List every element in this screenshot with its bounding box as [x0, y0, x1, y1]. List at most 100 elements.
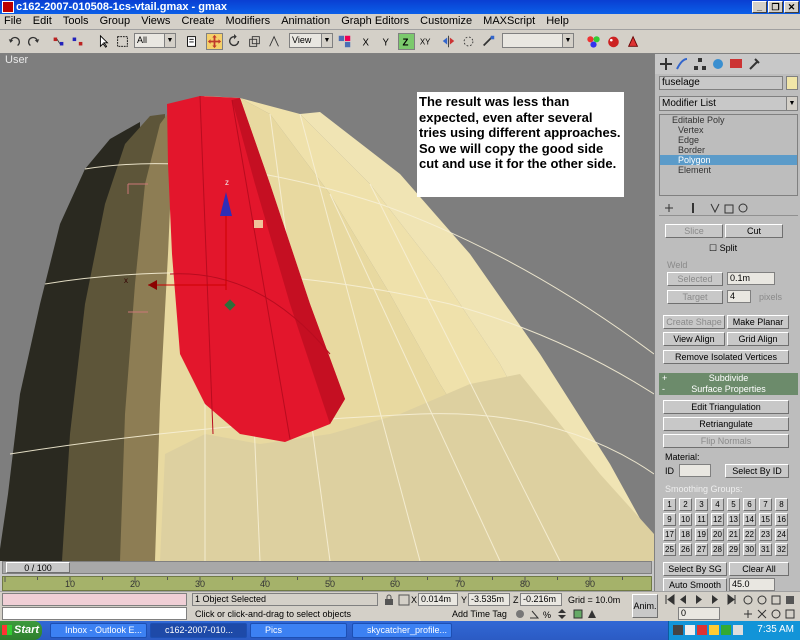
taskbar-item-gmax[interactable]: c162-2007-010...	[150, 623, 247, 638]
array-icon[interactable]	[460, 33, 477, 50]
motion-tab-icon[interactable]	[711, 57, 725, 71]
absolute-relative-icon[interactable]	[398, 594, 410, 606]
menu-views[interactable]: Views	[137, 14, 174, 28]
smoothing-group-button[interactable]: 1	[663, 498, 676, 511]
close-button[interactable]: ✕	[784, 1, 799, 13]
smoothing-group-button[interactable]: 10	[679, 513, 692, 526]
viewport-label[interactable]: User	[5, 54, 28, 66]
menu-help[interactable]: Help	[542, 14, 573, 28]
tray-icons[interactable]	[673, 624, 753, 637]
object-name-field[interactable]: fuselage	[659, 76, 783, 90]
minimize-button[interactable]: _	[752, 1, 767, 13]
select-by-sg-button[interactable]: Select By SG	[663, 562, 727, 576]
make-planar-button[interactable]: Make Planar	[727, 315, 789, 329]
hierarchy-tab-icon[interactable]	[693, 57, 707, 71]
named-selection-dropdown[interactable]: ▼	[502, 33, 574, 48]
material-id-field[interactable]	[679, 464, 711, 477]
stack-item-border[interactable]: Border	[660, 145, 797, 155]
selection-filter-dropdown[interactable]: All ▼	[134, 33, 176, 48]
quick-render-icon[interactable]	[625, 33, 642, 50]
smoothing-group-button[interactable]: 6	[743, 498, 756, 511]
subdivide-rollout-header[interactable]: + Subdivide	[659, 373, 798, 384]
menu-graph-editors[interactable]: Graph Editors	[337, 14, 413, 28]
select-by-id-button[interactable]: Select By ID	[725, 464, 789, 478]
auto-smooth-button[interactable]: Auto Smooth	[663, 578, 727, 592]
reference-coordinate-dropdown[interactable]: View ▼	[289, 33, 333, 48]
make-unique-icon[interactable]	[709, 202, 721, 214]
time-slider-track[interactable]: 0 / 100	[2, 561, 652, 574]
weld-threshold-field[interactable]: 0.1m	[727, 272, 775, 285]
stack-item-edge[interactable]: Edge	[660, 135, 797, 145]
smoothing-group-button[interactable]: 11	[695, 513, 708, 526]
smoothing-group-button[interactable]: 21	[727, 528, 740, 541]
window-crossing-icon[interactable]	[572, 608, 584, 620]
target-weld-button[interactable]: Target	[667, 290, 723, 304]
smoothing-group-button[interactable]: 27	[695, 543, 708, 556]
material-editor-icon[interactable]	[585, 33, 602, 50]
time-slider-knob[interactable]: 0 / 100	[6, 562, 70, 573]
menu-file[interactable]: File	[0, 14, 26, 28]
split-checkbox[interactable]: ☐ Split	[709, 243, 737, 254]
taskbar-item-outlook[interactable]: Inbox - Outlook E...	[50, 623, 147, 638]
smoothing-group-button[interactable]: 12	[711, 513, 724, 526]
stack-item-editable-poly[interactable]: Editable Poly	[660, 115, 797, 125]
smoothing-group-button[interactable]: 23	[759, 528, 772, 541]
restore-button[interactable]: ❐	[768, 1, 783, 13]
playback-controls[interactable]	[664, 594, 738, 605]
restrict-z-icon[interactable]: Z	[398, 33, 415, 50]
smoothing-group-button[interactable]: 25	[663, 543, 676, 556]
modify-tab-icon[interactable]	[675, 57, 689, 71]
undo-icon[interactable]	[6, 33, 23, 50]
percent-snap-icon[interactable]: %	[542, 608, 554, 620]
mirror-icon[interactable]	[440, 33, 457, 50]
smoothing-group-button[interactable]: 30	[743, 543, 756, 556]
smoothing-group-button[interactable]: 7	[759, 498, 772, 511]
restrict-xy-icon[interactable]: XY	[418, 33, 435, 50]
smoothing-group-button[interactable]: 17	[663, 528, 676, 541]
render-icon[interactable]	[605, 33, 622, 50]
select-and-link-icon[interactable]	[50, 33, 67, 50]
smoothing-group-button[interactable]: 9	[663, 513, 676, 526]
select-and-rotate-icon[interactable]	[226, 33, 243, 50]
create-tab-icon[interactable]	[659, 57, 673, 71]
select-and-squash-icon[interactable]	[266, 33, 283, 50]
z-coord-field[interactable]: -0.216m	[520, 593, 562, 606]
x-coord-field[interactable]: 0.014m	[418, 593, 458, 606]
smoothing-group-button[interactable]: 20	[711, 528, 724, 541]
y-coord-field[interactable]: -3.535m	[468, 593, 510, 606]
menu-group[interactable]: Group	[96, 14, 135, 28]
retriangulate-button[interactable]: Retriangulate	[663, 417, 789, 431]
smoothing-group-button[interactable]: 3	[695, 498, 708, 511]
surface-properties-rollout-header[interactable]: - Surface Properties	[659, 384, 798, 395]
smoothing-group-button[interactable]: 5	[727, 498, 740, 511]
smoothing-group-button[interactable]: 18	[679, 528, 692, 541]
target-pixels-field[interactable]: 4	[727, 290, 751, 303]
smoothing-group-button[interactable]: 26	[679, 543, 692, 556]
smoothing-group-button[interactable]: 14	[743, 513, 756, 526]
select-object-icon[interactable]	[95, 33, 112, 50]
grid-align-button[interactable]: Grid Align	[727, 332, 789, 346]
slice-button[interactable]: Slice	[665, 224, 723, 238]
region-select-icon[interactable]	[114, 33, 131, 50]
flip-normals-button[interactable]: Flip Normals	[663, 434, 789, 448]
menu-modifiers[interactable]: Modifiers	[222, 14, 275, 28]
taskbar-item-pics[interactable]: Pics	[250, 623, 347, 638]
snap-toggle-icon[interactable]	[514, 608, 526, 620]
smoothing-group-button[interactable]: 15	[759, 513, 772, 526]
smoothing-group-button[interactable]: 22	[743, 528, 756, 541]
utilities-tab-icon[interactable]	[747, 57, 761, 71]
smoothing-group-button[interactable]: 28	[711, 543, 724, 556]
menu-customize[interactable]: Customize	[416, 14, 476, 28]
smoothing-group-button[interactable]: 29	[727, 543, 740, 556]
redo-icon[interactable]	[25, 33, 42, 50]
modifier-list-dropdown[interactable]: Modifier List ▼	[659, 96, 798, 111]
align-icon[interactable]	[480, 33, 497, 50]
smoothing-group-button[interactable]: 13	[727, 513, 740, 526]
configure-modifier-icon[interactable]	[737, 202, 749, 214]
pivot-center-icon[interactable]	[336, 33, 353, 50]
smoothing-group-button[interactable]: 32	[775, 543, 788, 556]
show-end-result-icon[interactable]	[687, 202, 699, 214]
select-and-scale-icon[interactable]	[246, 33, 263, 50]
select-by-name-icon[interactable]	[183, 33, 200, 50]
weld-selected-button[interactable]: Selected	[667, 272, 723, 286]
